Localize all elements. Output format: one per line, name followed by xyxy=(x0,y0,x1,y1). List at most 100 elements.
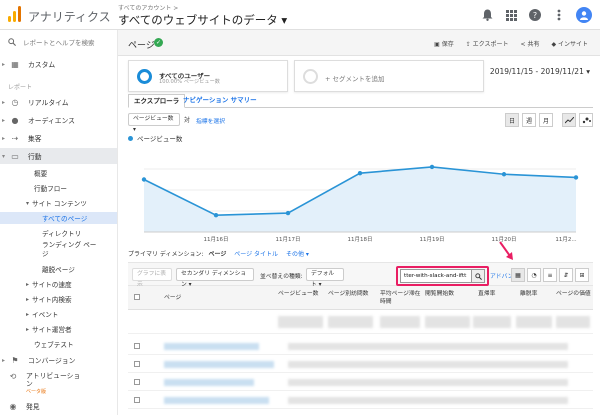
sidebar-item-acquisition[interactable]: ▸ ⇢ 集客 xyxy=(0,130,117,146)
week-button[interactable]: 週 xyxy=(522,113,536,127)
beta-badge: ベータ版 xyxy=(26,389,47,395)
table-row[interactable] xyxy=(128,392,593,409)
header-page-value[interactable]: ページの価値 xyxy=(556,290,592,298)
view-selector[interactable]: すべてのウェブサイトのデータ ▾ xyxy=(118,12,287,28)
sidebar-sub-directory[interactable]: ディレクトリ xyxy=(0,227,117,239)
bell-icon[interactable] xyxy=(480,8,494,22)
export-button[interactable]: ⇪ エクスポート xyxy=(466,39,509,48)
chevron-right-icon: ▸ xyxy=(26,280,30,288)
chevron-right-icon: ▸ xyxy=(2,60,6,68)
segment-all-users[interactable]: すべてのユーザー 100.00% ページビュー数 xyxy=(128,60,288,92)
tab-explorer[interactable]: エクスプローラ xyxy=(128,94,186,108)
dimension-page-title[interactable]: ページ タイトル xyxy=(234,251,278,258)
redacted-page-link[interactable] xyxy=(164,379,254,386)
dimension-other[interactable]: その他 ▾ xyxy=(286,251,309,258)
row-checkbox[interactable] xyxy=(134,343,140,349)
motion-chart-icon[interactable] xyxy=(579,113,593,127)
header-avg-time[interactable]: 平均ページ滞在時間 xyxy=(380,290,422,306)
header-page[interactable]: ページ xyxy=(164,294,181,302)
share-button[interactable]: < 共有 xyxy=(521,39,540,48)
sort-type-select[interactable]: デフォルト ▾ xyxy=(306,268,344,288)
account-breadcrumb[interactable]: すべてのアカウント > xyxy=(118,3,178,12)
sidebar-sub-site-speed[interactable]: ▸ サイトの速度 xyxy=(0,278,117,290)
analytics-logo[interactable] xyxy=(8,6,22,22)
x-tick-label: 11月17日 xyxy=(276,236,301,243)
select-all-checkbox[interactable] xyxy=(134,294,140,300)
sidebar-item-custom[interactable]: ▸ ▦ カスタム xyxy=(0,56,117,72)
data-point[interactable] xyxy=(429,164,435,170)
redacted-page-link[interactable] xyxy=(164,361,274,368)
performance-view-icon[interactable]: ≡ xyxy=(543,268,557,282)
sidebar-item-discover[interactable]: ◉ 発見 xyxy=(0,398,117,414)
redacted-page-link[interactable] xyxy=(164,397,269,404)
sidebar-sub-label: ランディング ページ xyxy=(42,241,97,258)
pivot-view-icon[interactable]: ⊞ xyxy=(575,268,589,282)
sidebar-sub-overview[interactable]: 概要 xyxy=(0,167,117,179)
sidebar-sub-label: 行動フロー xyxy=(34,185,67,193)
data-point[interactable] xyxy=(501,172,507,177)
header-bounce-rate[interactable]: 直帰率 xyxy=(478,290,506,298)
plot-rows-button[interactable]: グラフに表示 xyxy=(132,268,172,288)
month-button[interactable]: 月 xyxy=(539,113,553,127)
data-point[interactable] xyxy=(213,213,219,218)
apps-grid-icon[interactable] xyxy=(504,8,518,22)
add-segment-button[interactable]: + セグメントを追加 xyxy=(294,60,484,92)
more-vert-icon[interactable] xyxy=(552,8,566,22)
sidebar-sub-all-pages[interactable]: すべてのページ xyxy=(0,212,117,224)
sidebar-sub-site-search[interactable]: ▸ サイト内検索 xyxy=(0,293,117,305)
data-point[interactable] xyxy=(573,175,579,180)
tab-navigation-summary[interactable]: ナビゲーション サマリー xyxy=(178,94,262,108)
date-range-picker[interactable]: 2019/11/15 - 2019/11/21 ▾ xyxy=(490,67,590,76)
comparison-view-icon[interactable]: ⇵ xyxy=(559,268,573,282)
sidebar-item-audience[interactable]: ▸ ● オーディエンス xyxy=(0,112,117,128)
series-area xyxy=(144,166,576,232)
redacted-page-link[interactable] xyxy=(164,343,259,350)
avatar[interactable] xyxy=(576,7,592,23)
table-row[interactable] xyxy=(128,338,593,355)
sidebar-item-label: コンバージョン xyxy=(28,357,76,365)
row-checkbox[interactable] xyxy=(134,397,140,403)
x-tick-label: 11月16日 xyxy=(204,236,229,243)
search-help[interactable]: レポートとヘルプを検索 xyxy=(8,37,95,47)
redacted-cell xyxy=(380,316,420,328)
search-icon[interactable] xyxy=(471,270,484,282)
header-pageviews[interactable]: ページビュー数 xyxy=(278,290,326,298)
table-summary-row xyxy=(128,312,593,334)
data-point[interactable] xyxy=(285,210,291,216)
chevron-right-icon: ▸ xyxy=(26,295,30,303)
header-entrances[interactable]: 閲覧開始数 xyxy=(425,290,465,298)
sidebar-item-behavior[interactable]: ▾ ▭ 行動 xyxy=(0,148,117,164)
sidebar-sub-label: サイト内検索 xyxy=(32,296,72,304)
row-checkbox[interactable] xyxy=(134,361,140,367)
row-checkbox[interactable] xyxy=(134,379,140,385)
table-search-input[interactable]: tter-with-slack-and-iftt xyxy=(400,269,485,283)
sidebar-sub-landing-pages[interactable]: ランディング ページ xyxy=(0,240,117,260)
header-exit-rate[interactable]: 離脱率 xyxy=(520,290,548,298)
table-row[interactable] xyxy=(128,356,593,373)
help-icon[interactable]: ? xyxy=(528,8,542,22)
line-chart-icon[interactable] xyxy=(562,113,576,127)
sidebar-item-conversion[interactable]: ▸ ⚑ コンバージョン xyxy=(0,352,117,368)
sidebar-sub-publisher[interactable]: ▸ サイト運営者 xyxy=(0,323,117,335)
secondary-dimension-select[interactable]: セカンダリ ディメンション ▾ xyxy=(176,268,254,288)
sidebar-sub-events[interactable]: ▸ イベント xyxy=(0,308,117,320)
day-button[interactable]: 日 xyxy=(505,113,519,127)
data-point[interactable] xyxy=(141,177,147,182)
header-unique-pageviews[interactable]: ページ別訪問数 xyxy=(328,290,376,298)
save-button[interactable]: ▣ 保存 xyxy=(434,39,454,48)
sidebar-sub-exit-pages[interactable]: 離脱ページ xyxy=(0,263,117,275)
data-point[interactable] xyxy=(357,171,363,176)
sidebar-item-realtime[interactable]: ▸ ◷ リアルタイム xyxy=(0,94,117,110)
select-metric-link[interactable]: 指標を選択 xyxy=(196,116,225,125)
insights-button[interactable]: ◆ インサイト xyxy=(551,39,588,48)
sidebar-item-attribution[interactable]: ⟲ アトリビューション ベータ版 xyxy=(0,370,117,395)
sidebar-sub-site-content[interactable]: ▾ サイト コンテンツ xyxy=(0,197,117,209)
sidebar-sub-behavior-flow[interactable]: 行動フロー xyxy=(0,182,117,194)
sidebar-sub-experiments[interactable]: ウェブテスト xyxy=(0,338,117,350)
table-row[interactable] xyxy=(128,374,593,391)
pie-view-icon[interactable]: ◔ xyxy=(527,268,541,282)
segment-row: すべてのユーザー 100.00% ページビュー数 + セグメントを追加 xyxy=(128,60,490,92)
metric-select[interactable]: ページビュー数 ▾ xyxy=(128,113,180,133)
dimension-page[interactable]: ページ xyxy=(208,251,226,258)
table-view-icon[interactable]: ▦ xyxy=(511,268,525,282)
